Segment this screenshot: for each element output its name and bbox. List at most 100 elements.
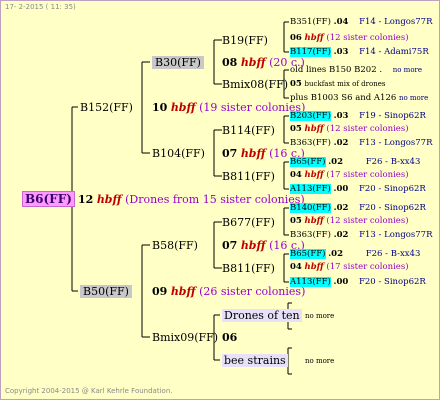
leaf-6-id: B203(FF) — [290, 111, 331, 121]
node-b19: B19(FF) — [222, 34, 268, 47]
node-b30: B30(FF) — [152, 56, 204, 69]
leaf-2-id: B117(FF) — [290, 47, 331, 57]
leaf-17-ref: F20 - Sinop62R — [359, 277, 426, 287]
copyright-footer: Copyright 2004-2015 @ Karl Kehrle Founda… — [5, 387, 173, 395]
node-bmix09: Bmix09(FF) — [152, 331, 219, 344]
drones-no-more: no more — [305, 311, 334, 322]
timestamp-header: 17- 2-2015 ( 11: 35) — [5, 3, 76, 11]
leaf-14: B363(FF) .02 F13 - Longos77R — [290, 230, 432, 241]
b50-hbff: hbff — [170, 285, 196, 298]
leaf-12-ref: F20 - Sinop62R — [359, 203, 426, 213]
leaf-1: 06 hbff (12 sister colonies) — [290, 33, 409, 44]
leaf-13-gen: 05 — [290, 216, 302, 226]
bee-strains-no-more: no more — [305, 356, 334, 367]
node-b114: B114(FF) — [222, 124, 275, 137]
leaf-7-hbff: hbff — [304, 124, 324, 134]
node-b104: B104(FF) — [152, 147, 205, 160]
node-b58: B58(FF) — [152, 239, 198, 252]
bee-strains-label: bee strains — [222, 354, 288, 367]
leaf-8-id: B363(FF) — [290, 138, 331, 148]
node-b677: B677(FF) — [222, 216, 275, 229]
leaf-9-id: B65(FF) — [290, 157, 326, 167]
leaf-5-ref: no more — [398, 94, 429, 102]
leaf-10-gen: 04 — [290, 170, 302, 180]
leaf-9-num: .02 — [328, 157, 343, 167]
leaf-17: A113(FF) .00 F20 - Sinop62R — [290, 277, 426, 288]
leaf-8: B363(FF) .02 F13 - Longos77R — [290, 138, 432, 149]
node-b50: B50(FF) — [80, 285, 132, 298]
leaf-13-hbff: hbff — [304, 216, 324, 226]
leaf-12-num: .02 — [333, 203, 349, 213]
leaf-10-hbff: hbff — [304, 170, 324, 180]
leaf-11-num: .00 — [333, 184, 349, 194]
node-b152: B152(FF) — [80, 101, 133, 114]
leaf-13: 05 hbff (12 sister colonies) — [290, 216, 409, 227]
leaf-8-ref: F13 - Longos77R — [359, 138, 433, 148]
leaf-3-text: old lines B150 B202 . — [290, 65, 383, 75]
root-node: B6(FF) — [22, 191, 75, 207]
leaf-6: B203(FF) .03 F19 - Sinop62R — [290, 111, 426, 122]
leaf-15: B65(FF) .02 F26 - B-xx43 — [290, 249, 420, 260]
leaf-5-text: plus B1003 S6 and A126 — [290, 93, 397, 103]
root-label: B6(FF) — [22, 191, 75, 207]
leaf-15-id: B65(FF) — [290, 249, 326, 259]
leaf-14-id: B363(FF) — [290, 230, 331, 240]
leaf-16-note: (17 sister colonies) — [326, 262, 409, 272]
node-b811-a: B811(FF) — [222, 170, 275, 183]
leaf-4-note: buckfast mix of drones — [304, 80, 386, 88]
leaf-13-note: (12 sister colonies) — [326, 216, 409, 226]
leaf-11-ref: F20 - Sinop62R — [359, 184, 426, 194]
bmix09-gen: 06 — [222, 331, 237, 344]
leaf-9-ref: F26 - B-xx43 — [365, 157, 421, 167]
leaf-17-num: .00 — [333, 277, 349, 287]
b152-hbff: hbff — [170, 101, 196, 114]
drones-no-more-text: no more — [305, 312, 335, 320]
leaf-15-ref: F26 - B-xx43 — [365, 249, 421, 259]
drones-of-ten-label: Drones of ten — [222, 309, 302, 322]
b152-gen: 10 — [152, 101, 168, 114]
leaf-1-hbff: hbff — [304, 33, 324, 43]
leaf-3-ref: no more — [392, 66, 423, 74]
b58-gen: 07 — [222, 239, 238, 252]
leaf-16: 04 hbff (17 sister colonies) — [290, 262, 409, 273]
leaf-7-gen: 05 — [290, 124, 302, 134]
leaf-14-ref: F13 - Longos77R — [359, 230, 433, 240]
leaf-2-ref: F14 - Adami75R — [359, 47, 429, 57]
bee-strains-no-more-text: no more — [305, 357, 335, 365]
b104-hbff: hbff — [240, 147, 266, 160]
b50-gen: 09 — [152, 285, 168, 298]
leaf-9: B65(FF) .02 F26 - B-xx43 — [290, 157, 420, 168]
leaf-0-ref: F14 - Longos77R — [359, 17, 433, 27]
leaf-16-gen: 04 — [290, 262, 302, 272]
leaf-1-note: (12 sister colonies) — [326, 33, 409, 43]
leaf-14-num: .02 — [333, 230, 349, 240]
leaf-11: A113(FF) .00 F20 - Sinop62R — [290, 184, 426, 195]
node-bmix08: Bmix08(FF) — [222, 78, 289, 91]
leaf-1-gen: 06 — [290, 33, 302, 43]
node-b30-label: B30(FF) — [152, 56, 204, 69]
bmix09-gen-num: 06 — [222, 331, 238, 344]
b30-gen: 08 — [222, 56, 238, 69]
leaf-3: old lines B150 B202 . no more — [290, 65, 422, 76]
node-b50-label: B50(FF) — [80, 285, 132, 298]
b30-hbff: hbff — [240, 56, 266, 69]
leaf-8-num: .02 — [333, 138, 349, 148]
root-gen: 12 — [78, 193, 94, 206]
leaf-2-num: .03 — [333, 47, 349, 57]
b50-drone-info: 09 hbff (26 sister colonies) — [152, 285, 305, 298]
leaf-0: B351(FF) .04 F14 - Longos77R — [290, 17, 432, 28]
root-hbff: hbff — [96, 193, 122, 206]
leaf-0-num: .04 — [333, 17, 349, 27]
node-bee-strains: bee strains — [222, 354, 288, 367]
leaf-12: B140(FF) .02 F20 - Sinop62R — [290, 203, 426, 214]
leaf-10-note: (17 sister colonies) — [326, 170, 409, 180]
leaf-12-id: B140(FF) — [290, 203, 331, 213]
b58-hbff: hbff — [240, 239, 266, 252]
root-drone-info: 12 hbff (Drones from 15 sister colonies) — [78, 193, 305, 206]
b152-drone-info: 10 hbff (19 sister colonies) — [152, 101, 305, 114]
leaf-2: B117(FF) .03 F14 - Adami75R — [290, 47, 429, 58]
leaf-10: 04 hbff (17 sister colonies) — [290, 170, 409, 181]
leaf-11-id: A113(FF) — [290, 184, 331, 194]
leaf-5: plus B1003 S6 and A126 no more — [290, 93, 428, 104]
leaf-7-note: (12 sister colonies) — [326, 124, 409, 134]
